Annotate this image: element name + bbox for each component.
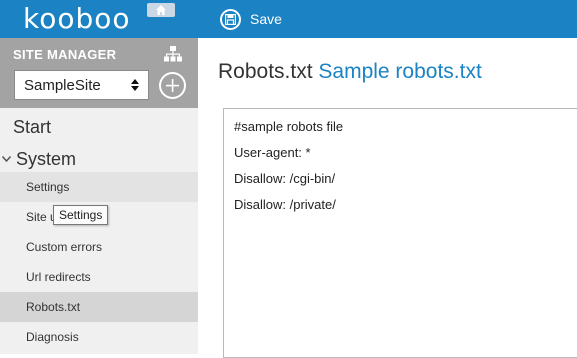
plus-circle-icon bbox=[166, 79, 179, 92]
sidebar-item-robots-txt[interactable]: Robots.txt bbox=[0, 292, 198, 322]
add-site-button[interactable] bbox=[159, 72, 186, 99]
site-select[interactable]: SampleSite bbox=[14, 70, 149, 100]
chevron-down-icon bbox=[2, 156, 11, 162]
editor-line: Disallow: /private/ bbox=[234, 197, 336, 212]
home-button[interactable] bbox=[147, 3, 175, 17]
page-title-prefix: Robots.txt bbox=[218, 60, 313, 83]
page-title-name: Sample robots.txt bbox=[318, 60, 482, 83]
editor-line: #sample robots file bbox=[234, 119, 344, 134]
sidebar-item-diagnosis[interactable]: Diagnosis bbox=[0, 322, 198, 352]
robots-editor[interactable]: #sample robots file User-agent: * Disall… bbox=[223, 108, 577, 358]
settings-tooltip: Settings bbox=[53, 205, 109, 225]
site-manager-panel: SITE MANAGER SampleSite bbox=[0, 38, 198, 108]
nav-system-label: System bbox=[16, 148, 77, 169]
sitemap-icon[interactable] bbox=[164, 46, 182, 62]
floppy-disk-icon bbox=[220, 8, 241, 30]
top-bar: kooboo Save bbox=[0, 0, 577, 38]
site-select-value: SampleSite bbox=[24, 76, 101, 94]
save-label: Save bbox=[250, 11, 282, 27]
select-arrows-icon bbox=[131, 79, 139, 91]
sidebar: SITE MANAGER SampleSite Start System Set… bbox=[0, 38, 198, 354]
sidebar-item-url-redirects[interactable]: Url redirects bbox=[0, 262, 198, 292]
kooboo-logo[interactable]: kooboo bbox=[23, 2, 131, 36]
sidebar-item-custom-errors[interactable]: Custom errors bbox=[0, 232, 198, 262]
page-title: Robots.txt Sample robots.txt bbox=[218, 60, 482, 84]
nav-start[interactable]: Start bbox=[13, 117, 51, 138]
site-manager-title: SITE MANAGER bbox=[13, 47, 117, 62]
sidebar-item-settings[interactable]: Settings bbox=[0, 172, 198, 202]
save-button[interactable]: Save bbox=[220, 8, 282, 30]
editor-line: User-agent: * bbox=[234, 145, 311, 160]
editor-line: Disallow: /cgi-bin/ bbox=[234, 171, 336, 186]
home-icon bbox=[156, 5, 166, 15]
nav-system[interactable]: System bbox=[0, 147, 76, 171]
